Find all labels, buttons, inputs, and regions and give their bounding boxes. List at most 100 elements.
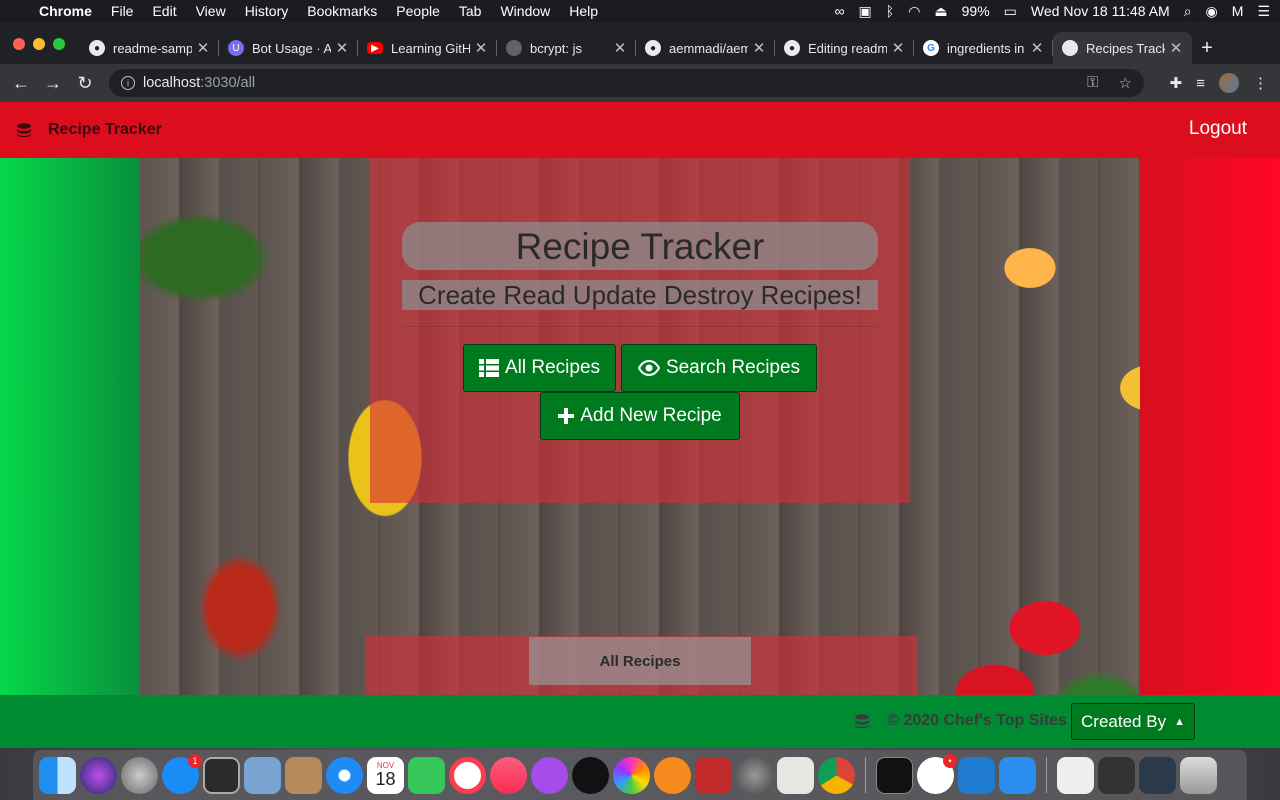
creative-cloud-icon[interactable]: ∞ (835, 3, 845, 19)
browser-tab[interactable]: ▶ Learning GitH ✕ (358, 32, 497, 64)
site-info-icon[interactable]: i (121, 76, 135, 90)
chrome-icon[interactable] (818, 756, 855, 794)
site-navbar: Recipe Tracker Logout (0, 102, 1280, 158)
close-tab-icon[interactable]: ✕ (891, 39, 905, 57)
books-icon[interactable] (654, 756, 691, 794)
app-menu[interactable]: Chrome (39, 3, 92, 19)
menu-view[interactable]: View (196, 3, 226, 19)
menu-bookmarks[interactable]: Bookmarks (307, 3, 377, 19)
site-footer: © 2020 Chef's Top Sites Created By ▲ (0, 695, 1280, 748)
eject-icon[interactable]: ⏏ (934, 3, 947, 20)
mail-icon[interactable] (244, 756, 281, 794)
close-tab-icon[interactable]: ✕ (1030, 39, 1044, 57)
safari-icon[interactable] (326, 756, 363, 794)
media-queue-icon[interactable]: ≡ (1196, 75, 1205, 92)
forward-arrow-icon[interactable]: → (37, 73, 69, 94)
globe-icon (506, 40, 522, 56)
created-by-dropdown[interactable]: Created By ▲ (1071, 703, 1195, 740)
menu-help[interactable]: Help (569, 3, 598, 19)
new-tab-button[interactable]: + (1192, 32, 1222, 64)
browser-tab[interactable]: ● Editing readm ✕ (775, 32, 914, 64)
url-path: :3030/all (200, 75, 256, 91)
siri-icon[interactable]: ◉ (1206, 3, 1218, 20)
terminal-icon[interactable] (876, 756, 913, 794)
browser-tab[interactable]: ● readme-samp ✕ (80, 32, 219, 64)
all-recipes-section-button[interactable]: All Recipes (529, 637, 751, 685)
contacts-icon[interactable] (285, 756, 322, 794)
close-tab-icon[interactable]: ✕ (196, 39, 210, 57)
window-thumbnail-icon[interactable] (1098, 756, 1135, 794)
spotlight-icon[interactable]: ⌕ (1184, 3, 1192, 20)
logout-link[interactable]: Logout (1189, 118, 1247, 140)
maps-icon[interactable] (777, 756, 814, 794)
app-store-icon[interactable]: 1 (162, 753, 202, 794)
photo-booth-icon[interactable] (203, 756, 240, 794)
battery-icon[interactable]: ▭ (1004, 3, 1017, 20)
back-arrow-icon[interactable]: ← (5, 73, 37, 94)
add-recipe-button[interactable]: Add New Recipe (540, 392, 740, 440)
window-thumbnail-icon[interactable] (1139, 756, 1176, 794)
menu-history[interactable]: History (245, 3, 289, 19)
globe-icon (1062, 40, 1078, 56)
close-tab-icon[interactable]: ✕ (613, 39, 627, 57)
hero-divider (402, 326, 878, 327)
finder-icon[interactable] (39, 756, 76, 794)
photo-collage-icon[interactable] (695, 756, 732, 794)
key-icon[interactable]: ⚿ (1087, 74, 1098, 92)
reload-icon[interactable]: ↻ (69, 73, 101, 94)
search-recipes-button[interactable]: Search Recipes (621, 344, 817, 392)
photos-icon[interactable] (613, 756, 650, 794)
menu-people[interactable]: People (396, 3, 440, 19)
trash-icon[interactable] (1180, 756, 1217, 794)
music-icon[interactable] (490, 756, 527, 794)
browser-tab[interactable]: ● aemmadi/aem ✕ (636, 32, 775, 64)
profile-avatar[interactable] (1219, 73, 1239, 93)
system-preferences-icon[interactable] (736, 756, 773, 794)
address-bar[interactable]: i localhost:3030/all ⚿ ☆ (109, 69, 1144, 97)
close-tab-icon[interactable]: ✕ (752, 39, 766, 57)
calendar-day: 18 (375, 769, 396, 789)
launchpad-icon[interactable] (121, 756, 158, 794)
browser-tab[interactable]: Gingredients in ✕ (914, 32, 1053, 64)
document-icon[interactable] (1057, 756, 1094, 794)
minimize-window-button[interactable] (33, 38, 45, 50)
menu-file[interactable]: File (111, 3, 134, 19)
menu-window[interactable]: Window (500, 3, 550, 19)
xcode-instruments-icon[interactable] (999, 756, 1036, 794)
close-window-button[interactable] (13, 38, 25, 50)
calendar-icon[interactable]: NOV 18 (367, 756, 404, 794)
extensions-icon[interactable]: ✚ (1170, 74, 1183, 92)
malwarebytes-icon[interactable]: M (1232, 3, 1244, 19)
browser-tab[interactable]: bcrypt: js ✕ (497, 32, 636, 64)
browser-tab-active[interactable]: Recipes Track ✕ (1053, 32, 1192, 64)
all-recipes-button[interactable]: All Recipes (463, 344, 616, 392)
facetime-icon[interactable] (408, 756, 445, 794)
navbar-brand[interactable]: Recipe Tracker (0, 121, 162, 139)
close-tab-icon[interactable]: ✕ (335, 39, 349, 57)
bluetooth-icon[interactable]: ᛒ (886, 3, 894, 19)
clock[interactable]: Wed Nov 18 11:48 AM (1031, 3, 1170, 19)
siri-icon[interactable] (80, 756, 117, 794)
menu-edit[interactable]: Edit (152, 3, 176, 19)
close-tab-icon[interactable]: ✕ (1169, 39, 1183, 57)
dock-separator (865, 757, 866, 793)
apple-tv-icon[interactable] (572, 756, 609, 794)
notification-center-icon[interactable]: ☰ (1257, 3, 1270, 20)
macos-dock: 1 NOV 18 • (33, 750, 1247, 800)
news-icon[interactable] (449, 756, 486, 794)
menu-tab[interactable]: Tab (459, 3, 482, 19)
google-icon: G (923, 40, 939, 56)
kebab-menu-icon[interactable]: ⋮ (1253, 74, 1268, 92)
wifi-icon[interactable]: ◠ (908, 3, 920, 20)
vscode-icon[interactable] (958, 756, 995, 794)
podcasts-icon[interactable] (531, 756, 568, 794)
screen-share-icon[interactable]: ▣ (859, 3, 872, 20)
search-recipes-label: Search Recipes (665, 357, 801, 378)
tab-title: bcrypt: js (530, 40, 583, 56)
zoom-window-button[interactable] (53, 38, 65, 50)
bookmark-star-icon[interactable]: ☆ (1119, 74, 1132, 92)
close-tab-icon[interactable]: ✕ (474, 39, 488, 57)
github-icon: ● (784, 40, 800, 56)
browser-tab[interactable]: U Bot Usage · A ✕ (219, 32, 358, 64)
slack-icon[interactable]: • (917, 753, 957, 794)
